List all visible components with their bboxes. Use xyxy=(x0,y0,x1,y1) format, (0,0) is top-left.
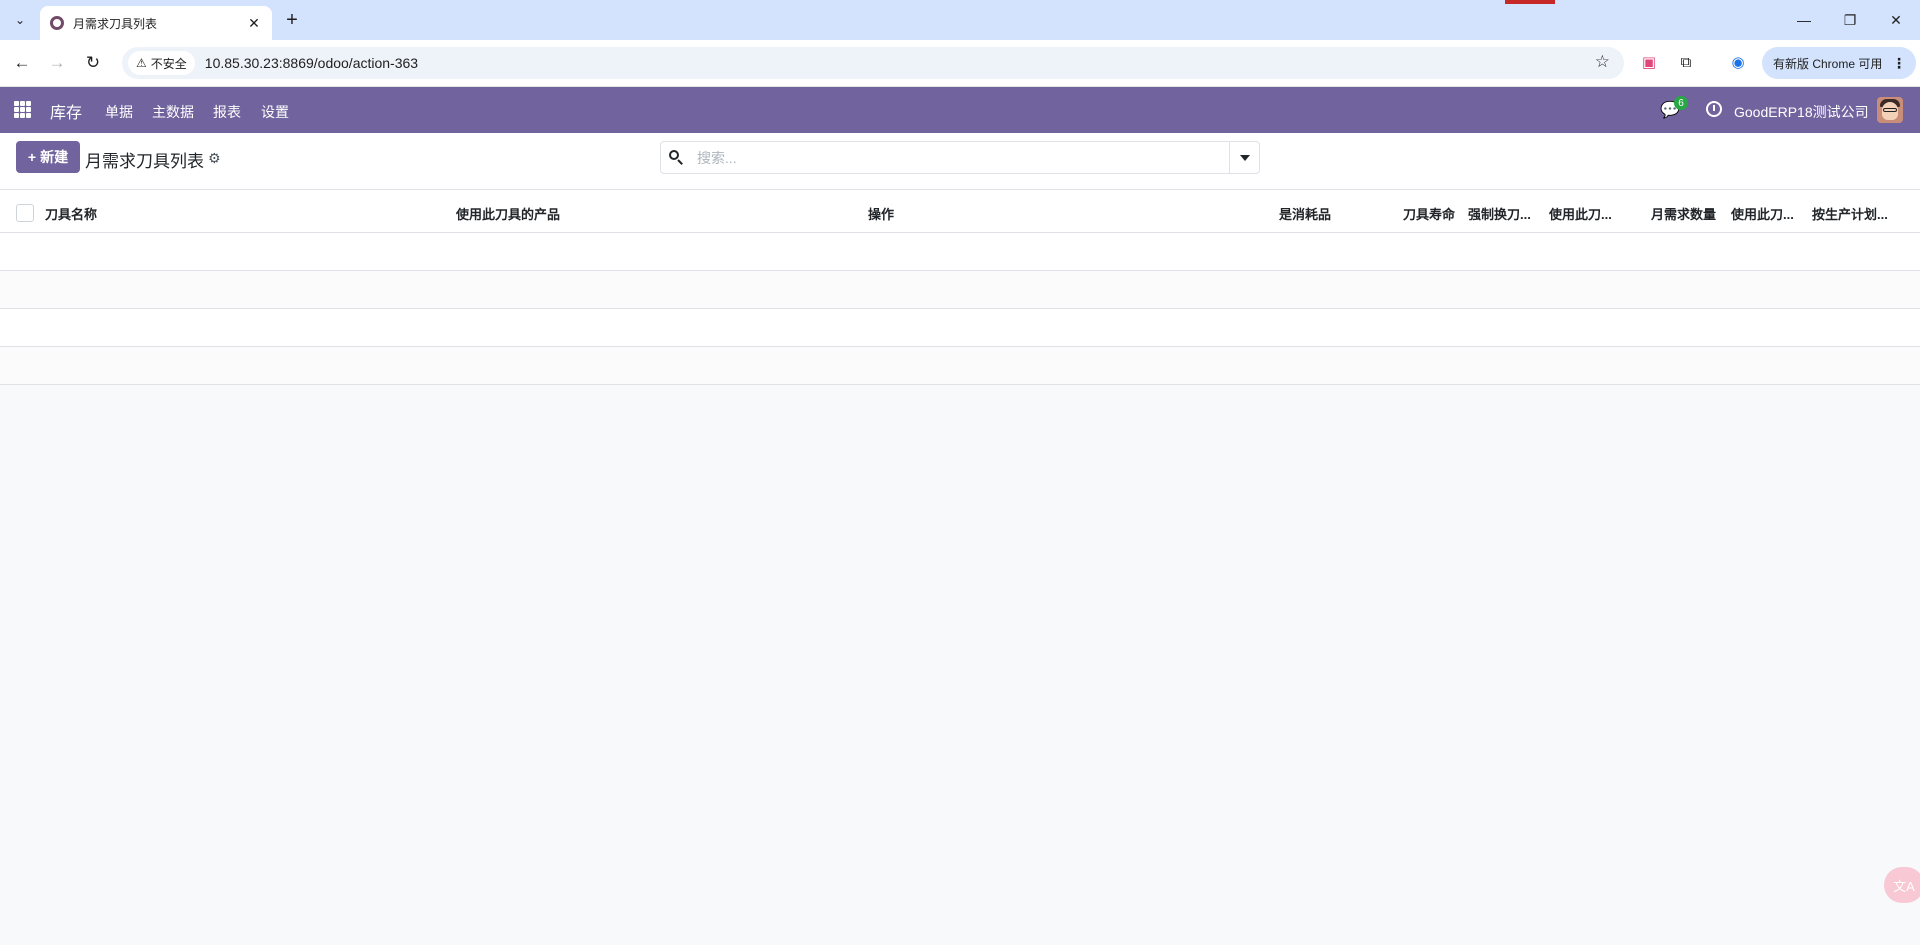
warning-icon: ⚠ xyxy=(136,56,147,70)
select-all-checkbox[interactable] xyxy=(16,204,34,222)
column-header-monthly-demand[interactable]: 月需求数量 xyxy=(1651,204,1716,223)
activity-clock-icon[interactable] xyxy=(1706,101,1722,117)
tab-close-icon[interactable]: ✕ xyxy=(244,13,264,33)
column-header-usage-2[interactable]: 使用此刀... xyxy=(1731,204,1794,223)
odoo-favicon-icon xyxy=(50,16,64,30)
column-header-products[interactable]: 使用此刀具的产品 xyxy=(456,204,560,223)
user-avatar[interactable] xyxy=(1877,97,1903,123)
new-button-label: 新建 xyxy=(40,149,69,165)
chrome-update-button[interactable]: 有新版 Chrome 可用 ⋮ xyxy=(1762,47,1916,79)
back-arrow-icon[interactable]: ← xyxy=(9,50,35,76)
column-header-is-consumable[interactable]: 是消耗品 xyxy=(1279,204,1331,223)
browser-toolbar: ← → ↻ ⚠ 不安全 10.85.30.23:8869/odoo/action… xyxy=(0,40,1920,87)
empty-row xyxy=(0,233,1920,271)
translate-extension-icon[interactable]: ▣ xyxy=(1637,50,1661,74)
close-window-icon[interactable]: ✕ xyxy=(1873,0,1919,40)
recording-indicator xyxy=(1505,0,1555,4)
column-header-by-production-plan[interactable]: 按生产计划... xyxy=(1812,204,1888,223)
app-brand[interactable]: 库存 xyxy=(50,99,82,123)
menu-item-reports[interactable]: 报表 xyxy=(213,102,241,122)
page-title: 月需求刀具列表 xyxy=(85,152,204,171)
empty-row xyxy=(0,347,1920,385)
empty-row xyxy=(0,309,1920,347)
restore-window-icon[interactable]: ❐ xyxy=(1827,0,1873,40)
reload-icon[interactable]: ↻ xyxy=(80,50,106,76)
browser-tab-strip: ⌄ 月需求刀具列表 ✕ + — ❐ ✕ xyxy=(0,0,1920,40)
tab-title: 月需求刀具列表 xyxy=(73,16,158,31)
menu-item-documents[interactable]: 单据 xyxy=(105,102,133,122)
tab-search-icon[interactable]: ⌄ xyxy=(8,8,32,32)
column-header-tool-name[interactable]: 刀具名称 xyxy=(45,204,97,223)
odoo-navbar: 库存 单据 主数据 报表 设置 💬 6 GoodERP18测试公司 xyxy=(0,87,1920,133)
profile-icon[interactable]: ◉ xyxy=(1726,50,1750,74)
chrome-menu-icon[interactable]: ⋮ xyxy=(1892,55,1906,72)
search-input[interactable] xyxy=(697,148,1217,168)
empty-row xyxy=(0,271,1920,309)
search-options-toggle[interactable] xyxy=(1229,142,1259,173)
security-chip[interactable]: ⚠ 不安全 xyxy=(128,51,195,75)
caret-down-icon xyxy=(1239,154,1250,161)
company-switcher[interactable]: GoodERP18测试公司 xyxy=(1734,102,1869,122)
search-bar[interactable] xyxy=(660,141,1260,174)
control-panel: + 新建 月需求刀具列表 ⚙ xyxy=(0,133,1920,190)
menu-item-master-data[interactable]: 主数据 xyxy=(152,102,194,122)
address-bar[interactable]: ⚠ 不安全 10.85.30.23:8869/odoo/action-363 ☆ xyxy=(122,47,1624,79)
browser-tab[interactable]: 月需求刀具列表 ✕ xyxy=(40,6,272,40)
bookmark-star-icon[interactable]: ☆ xyxy=(1595,52,1610,72)
column-header-operation[interactable]: 操作 xyxy=(868,204,894,223)
search-icon xyxy=(669,150,683,165)
column-header-usage-1[interactable]: 使用此刀... xyxy=(1549,204,1612,223)
forward-arrow-icon[interactable]: → xyxy=(44,50,70,76)
translate-float-icon[interactable]: 文A xyxy=(1884,867,1920,903)
messages-count-badge: 6 xyxy=(1674,96,1688,110)
minimize-window-icon[interactable]: — xyxy=(1781,0,1827,40)
app-menu-grid-icon[interactable] xyxy=(14,101,31,118)
menu-item-settings[interactable]: 设置 xyxy=(261,102,289,122)
list-view: 刀具名称 使用此刀具的产品 操作 是消耗品 刀具寿命 强制换刀... 使用此刀.… xyxy=(0,190,1920,385)
column-header-tool-life[interactable]: 刀具寿命 xyxy=(1403,204,1455,223)
gear-icon[interactable]: ⚙ xyxy=(208,150,221,167)
extensions-puzzle-icon[interactable]: ⧉ xyxy=(1674,50,1698,74)
column-header-forced-change[interactable]: 强制换刀... xyxy=(1468,204,1531,223)
plus-icon: + xyxy=(27,149,37,165)
update-label: 有新版 Chrome 可用 xyxy=(1773,56,1883,71)
new-tab-icon[interactable]: + xyxy=(280,8,304,32)
new-button[interactable]: + 新建 xyxy=(16,141,80,173)
list-header: 刀具名称 使用此刀具的产品 操作 是消耗品 刀具寿命 强制换刀... 使用此刀.… xyxy=(0,190,1920,233)
url-text[interactable]: 10.85.30.23:8869/odoo/action-363 xyxy=(205,55,418,71)
security-label: 不安全 xyxy=(150,56,187,71)
